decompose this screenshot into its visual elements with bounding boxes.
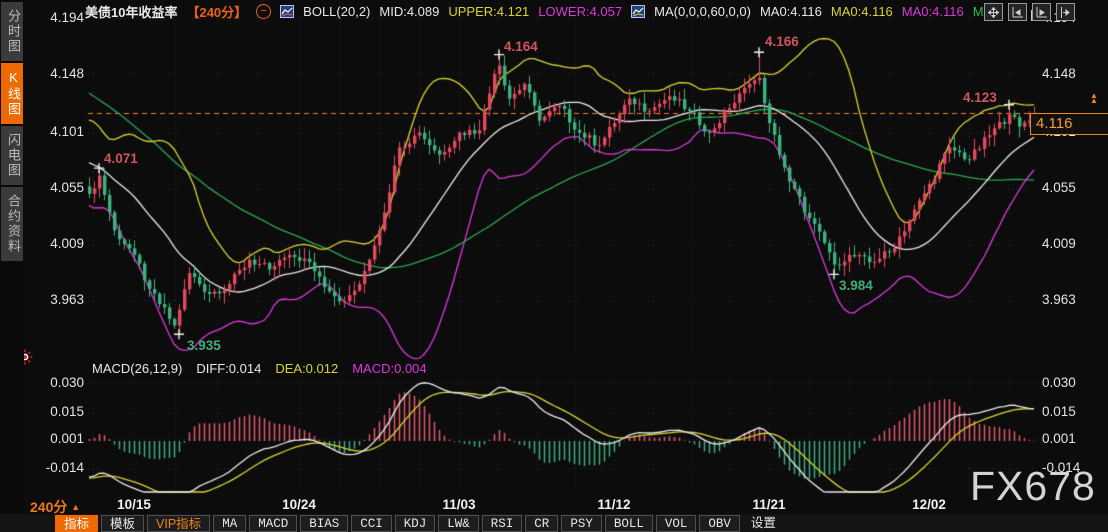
price-annotation: 3.935: [187, 338, 221, 353]
bottom-tab[interactable]: MA: [213, 515, 246, 532]
macd-tick-right: 0.015: [1042, 404, 1104, 419]
ma-label: MA(0,0,0,60,0,0): [654, 4, 751, 19]
bottom-tab[interactable]: CCI: [351, 515, 392, 532]
bottom-tab[interactable]: 指标: [55, 515, 98, 532]
chart-toolbar: [984, 3, 1075, 21]
bottom-tab[interactable]: LW&: [438, 515, 479, 532]
price-annotation: 4.123: [963, 90, 997, 105]
price-annotation: 4.166: [765, 34, 799, 49]
sidebar: 分时图 K线图 闪电图 合约资料: [0, 0, 24, 514]
move-cross-icon[interactable]: [984, 3, 1003, 21]
boll-lower-value: LOWER:4.057: [538, 4, 622, 19]
bottom-tab[interactable]: 设置: [743, 515, 784, 532]
bottom-tab[interactable]: PSY: [561, 515, 602, 532]
price-annotation: 3.984: [839, 278, 873, 293]
date-tick: 11/12: [597, 497, 630, 512]
candlestick-chart-canvas[interactable]: [0, 0, 1108, 532]
scroll-right-icon[interactable]: [1032, 3, 1051, 21]
scroll-left-icon[interactable]: [1008, 3, 1027, 21]
price-tick-right: 4.148: [1042, 66, 1104, 81]
boll-chart-icon: [280, 5, 294, 18]
price-tick-left: 4.148: [30, 66, 84, 81]
price-alert-icon[interactable]: ▲▲: [1088, 93, 1100, 103]
bottom-tab[interactable]: CR: [525, 515, 558, 532]
macd-tick-left: -0.014: [30, 460, 84, 475]
period-up-arrow-icon: ▲: [71, 502, 80, 512]
macd-macd-value: MACD:0.004: [352, 361, 426, 376]
date-tick: 11/21: [752, 497, 785, 512]
price-tick-left: 4.055: [30, 180, 84, 195]
macd-header: MACD(26,12,9) DIFF:0.014 DEA:0.012 MACD:…: [92, 361, 427, 376]
date-tick: 10/24: [282, 497, 316, 512]
boll-mid-value: MID:4.089: [379, 4, 439, 19]
price-tick-left: 4.101: [30, 124, 84, 139]
bottom-tab[interactable]: VOL: [656, 515, 697, 532]
bottom-tab[interactable]: RSI: [482, 515, 523, 532]
macd-tick-left: 0.001: [30, 431, 84, 446]
bottom-tab[interactable]: MACD: [249, 515, 297, 532]
bottom-tab[interactable]: BIAS: [300, 515, 348, 532]
bottom-tab[interactable]: VIP指标: [147, 515, 210, 532]
ma-value-3: MA0:4.116: [902, 4, 964, 19]
price-tick-right: 4.009: [1042, 236, 1104, 251]
macd-dea-value: DEA:0.012: [275, 361, 338, 376]
price-tick-left: 3.963: [30, 292, 84, 307]
sidebar-item-timeline-chart[interactable]: 分时图: [1, 2, 23, 61]
collapse-indicator-icon[interactable]: −: [256, 4, 271, 19]
sidebar-item-kline-chart[interactable]: K线图: [1, 63, 23, 124]
boll-upper-value: UPPER:4.121: [448, 4, 529, 19]
price-tick-left: 4.009: [30, 236, 84, 251]
ma-chart-icon: [631, 5, 645, 18]
price-tick-right: 3.963: [1042, 292, 1104, 307]
period-tag: 【240分】: [186, 2, 247, 21]
ma-value-2: MA0:4.116: [831, 4, 893, 19]
date-tick: 11/03: [442, 497, 475, 512]
price-tick-left: 4.194: [30, 10, 84, 25]
bottom-tab[interactable]: 模板: [101, 515, 144, 532]
fx678-watermark: FX678: [970, 466, 1096, 507]
ma-value-1: MA0:4.116: [760, 4, 822, 19]
bottom-tab[interactable]: KDJ: [395, 515, 436, 532]
macd-tick-right: 0.001: [1042, 431, 1104, 446]
macd-tick-left: 0.015: [30, 404, 84, 419]
goto-latest-icon[interactable]: [1056, 3, 1075, 21]
macd-tick-left: 0.030: [30, 375, 84, 390]
bottom-tab[interactable]: BOLL: [605, 515, 653, 532]
trading-app-window: 分时图 K线图 闪电图 合约资料 美债10年收益率 【240分】 − BOLL(…: [0, 0, 1108, 532]
bottom-tab[interactable]: OBV: [699, 515, 740, 532]
macd-diff-value: DIFF:0.014: [196, 361, 261, 376]
macd-tick-right: 0.030: [1042, 375, 1104, 390]
macd-label: MACD(26,12,9): [92, 361, 182, 376]
date-tick: 10/15: [117, 497, 151, 512]
indicator-tab-bar: 指标模板VIP指标MAMACDBIASCCIKDJLW&RSICRPSYBOLL…: [0, 514, 1108, 532]
price-annotation: 4.071: [104, 151, 138, 166]
indicator-topbar: 美债10年收益率 【240分】 − BOLL(20,2) MID:4.089 U…: [85, 3, 992, 19]
sidebar-item-lightning-chart[interactable]: 闪电图: [1, 126, 23, 185]
current-price-badge: 4.116: [1030, 113, 1108, 135]
boll-label: BOLL(20,2): [303, 4, 370, 19]
price-tick-right: 4.055: [1042, 180, 1104, 195]
price-annotation: 4.164: [504, 39, 538, 54]
date-tick: 12/02: [912, 497, 946, 512]
sidebar-item-contract-info[interactable]: 合约资料: [1, 187, 23, 261]
symbol-title: 美债10年收益率: [85, 2, 177, 21]
